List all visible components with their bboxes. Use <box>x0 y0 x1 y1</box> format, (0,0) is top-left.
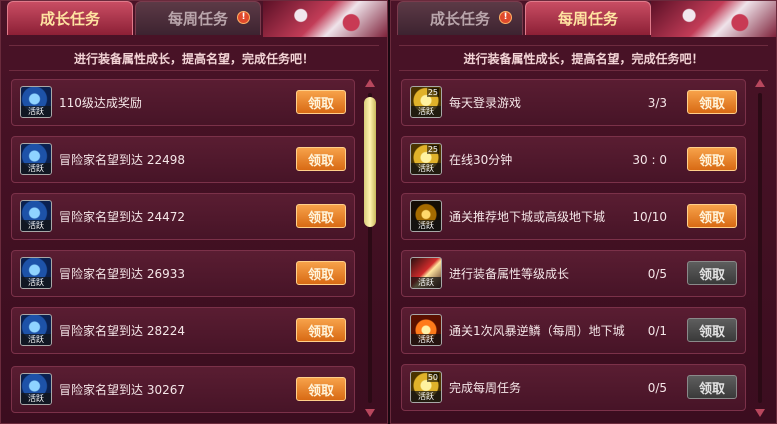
gold-coin-icon: 25 活跃 <box>410 86 442 118</box>
task-progress: 0/5 <box>647 266 667 281</box>
scroll-down-icon[interactable] <box>365 409 375 417</box>
scrollbar[interactable] <box>363 79 377 417</box>
tab-weekly-tasks[interactable]: 每周任务 ! <box>135 1 261 35</box>
claim-button[interactable]: 领取 <box>687 318 737 342</box>
task-label: 完成每周任务 <box>449 381 522 395</box>
task-row: 活跃 冒险家名望到达 24472 领取 <box>11 193 355 240</box>
claim-button[interactable]: 领取 <box>296 377 346 401</box>
task-row: 活跃 通关推荐地下城或高级地下城 10/10 领取 <box>401 193 746 240</box>
scroll-down-icon[interactable] <box>755 409 765 417</box>
tab-label: 成长任务 <box>429 10 490 28</box>
task-label: 进行装备属性等级成长 <box>449 267 570 281</box>
task-label: 110级达成奖励 <box>59 96 142 110</box>
blue-swirl-icon: 活跃 <box>20 86 52 118</box>
claim-button[interactable]: 领取 <box>296 261 346 285</box>
blue-swirl-icon: 活跃 <box>20 143 52 175</box>
blue-swirl-icon: 活跃 <box>20 200 52 232</box>
task-banner: 进行装备属性成长，提高名望，完成任务吧！ <box>399 45 768 71</box>
task-progress: 10/10 <box>632 209 667 224</box>
scroll-up-icon[interactable] <box>365 79 375 87</box>
task-row: 活跃 110级达成奖励 领取 <box>11 79 355 126</box>
task-label: 通关推荐地下城或高级地下城 <box>449 210 606 224</box>
claim-button[interactable]: 领取 <box>687 204 737 228</box>
task-label: 每天登录游戏 <box>449 96 522 110</box>
task-progress: 3/3 <box>647 95 667 110</box>
task-banner: 进行装备属性成长，提高名望，完成任务吧！ <box>9 45 379 71</box>
claim-button[interactable]: 领取 <box>687 261 737 285</box>
header-art <box>263 1 387 37</box>
task-progress: 0/5 <box>647 380 667 395</box>
header-art <box>651 1 776 37</box>
task-row: 50 活跃 完成每周任务 0/5 领取 <box>401 364 746 411</box>
tab-growth-tasks[interactable]: 成长任务 ! <box>397 1 523 35</box>
alert-icon: ! <box>237 11 250 24</box>
claim-button[interactable]: 领取 <box>296 318 346 342</box>
task-label: 通关1次风暴逆鳞（每周）地下城 <box>449 324 625 338</box>
claim-button[interactable]: 领取 <box>687 147 737 171</box>
claim-button[interactable]: 领取 <box>687 375 737 399</box>
task-row: 活跃 冒险家名望到达 30267 领取 <box>11 366 355 413</box>
task-row: 活跃 通关1次风暴逆鳞（每周）地下城 0/1 领取 <box>401 307 746 354</box>
task-row: 活跃 冒险家名望到达 28224 领取 <box>11 307 355 354</box>
growth-task-panel: 成长任务 每周任务 ! 进行装备属性成长，提高名望，完成任务吧！ 活跃 110级… <box>0 0 388 424</box>
dark-gem-icon: 活跃 <box>410 200 442 232</box>
claim-button[interactable]: 领取 <box>687 90 737 114</box>
fire-burst-icon: 活跃 <box>410 314 442 346</box>
scroll-track <box>758 93 762 403</box>
task-row: 活跃 冒险家名望到达 26933 领取 <box>11 250 355 297</box>
task-row: 活跃 冒险家名望到达 22498 领取 <box>11 136 355 183</box>
claim-button[interactable]: 领取 <box>296 90 346 114</box>
tab-growth-tasks[interactable]: 成长任务 <box>7 1 133 35</box>
scrollbar[interactable] <box>753 79 767 417</box>
tab-label: 每周任务 <box>557 10 618 28</box>
gold-coin-icon: 50 活跃 <box>410 371 442 403</box>
task-progress: 30 : 0 <box>632 152 667 167</box>
task-label: 冒险家名望到达 28224 <box>59 324 185 338</box>
task-label: 冒险家名望到达 30267 <box>59 383 185 397</box>
claim-button[interactable]: 领取 <box>296 147 346 171</box>
tab-label: 成长任务 <box>39 10 100 28</box>
task-label: 冒险家名望到达 26933 <box>59 267 185 281</box>
blue-swirl-icon: 活跃 <box>20 373 52 405</box>
weekly-task-panel: 成长任务 ! 每周任务 进行装备属性成长，提高名望，完成任务吧！ 25 活跃 每天… <box>390 0 777 424</box>
tab-label: 每周任务 <box>167 10 228 28</box>
task-row: 25 活跃 每天登录游戏 3/3 领取 <box>401 79 746 126</box>
task-label: 冒险家名望到达 24472 <box>59 210 185 224</box>
scroll-thumb[interactable] <box>364 97 376 227</box>
alert-icon: ! <box>499 11 512 24</box>
gold-coin-icon: 25 活跃 <box>410 143 442 175</box>
claim-button[interactable]: 领取 <box>296 204 346 228</box>
blue-swirl-icon: 活跃 <box>20 314 52 346</box>
scroll-up-icon[interactable] <box>755 79 765 87</box>
task-label: 在线30分钟 <box>449 153 513 167</box>
task-progress: 0/1 <box>647 323 667 338</box>
tab-weekly-tasks[interactable]: 每周任务 <box>525 1 651 35</box>
task-row: 25 活跃 在线30分钟 30 : 0 领取 <box>401 136 746 183</box>
task-label: 冒险家名望到达 22498 <box>59 153 185 167</box>
task-row: 活跃 进行装备属性等级成长 0/5 领取 <box>401 250 746 297</box>
blue-swirl-icon: 活跃 <box>20 257 52 289</box>
red-sword-icon: 活跃 <box>410 257 442 289</box>
